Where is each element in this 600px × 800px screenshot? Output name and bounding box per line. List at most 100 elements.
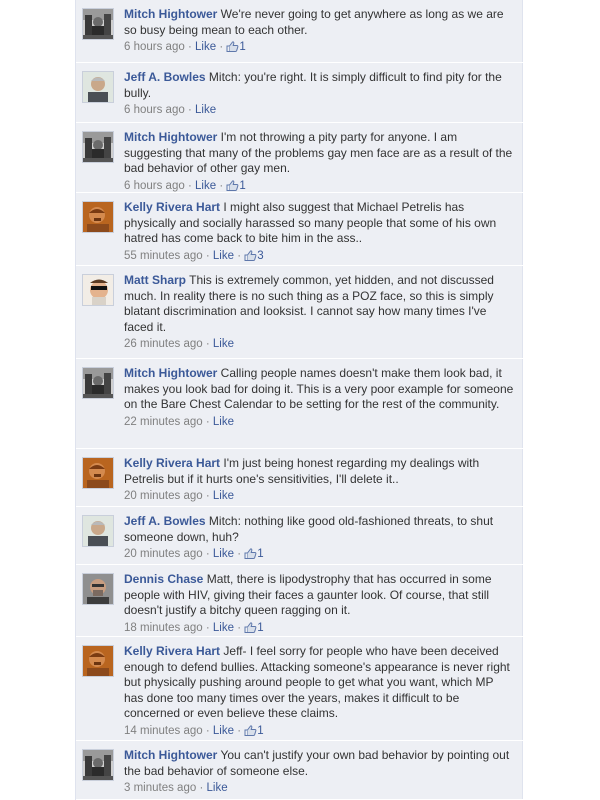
comment-item: Jeff A. Bowles Mitch: nothing like good … bbox=[76, 507, 523, 565]
meta-separator: · bbox=[205, 338, 210, 350]
comment-body: Mitch Hightower Calling people names doe… bbox=[124, 366, 516, 429]
comment-text-block: Mitch Hightower Calling people names doe… bbox=[124, 366, 516, 413]
avatar[interactable] bbox=[82, 131, 114, 163]
comment-item: Dennis Chase Matt, there is lipodystroph… bbox=[76, 565, 523, 637]
avatar[interactable] bbox=[82, 515, 114, 547]
comment-item: Kelly Rivera Hart I'm just being honest … bbox=[76, 449, 523, 507]
avatar[interactable] bbox=[82, 201, 114, 233]
like-link[interactable]: Like bbox=[213, 548, 234, 560]
thumbs-up-icon bbox=[244, 621, 257, 637]
thumbs-up-icon bbox=[226, 41, 239, 56]
comment-meta: 26 minutes ago · Like bbox=[124, 337, 516, 351]
comment-text-block: Kelly Rivera Hart I'm just being honest … bbox=[124, 456, 516, 487]
avatar[interactable] bbox=[82, 274, 114, 306]
like-link[interactable]: Like bbox=[207, 782, 228, 794]
like-count-number: 1 bbox=[257, 724, 264, 737]
comment-text-block: Jeff A. Bowles Mitch: nothing like good … bbox=[124, 514, 516, 545]
comment-text-block: Matt Sharp This is extremely common, yet… bbox=[124, 273, 516, 335]
like-count[interactable]: 1 bbox=[244, 548, 264, 563]
meta-separator: · bbox=[237, 548, 242, 560]
comment-timestamp[interactable]: 6 hours ago bbox=[124, 104, 185, 116]
comment-timestamp[interactable]: 18 minutes ago bbox=[124, 622, 203, 634]
like-link[interactable]: Like bbox=[213, 338, 234, 350]
comment-text-block: Jeff A. Bowles Mitch: you're right. It i… bbox=[124, 70, 516, 101]
comment-meta: 6 hours ago · Like bbox=[124, 103, 516, 117]
meta-separator: · bbox=[219, 41, 224, 53]
comment-timestamp[interactable]: 26 minutes ago bbox=[124, 338, 203, 350]
meta-separator: · bbox=[219, 179, 224, 192]
like-link[interactable]: Like bbox=[195, 104, 216, 116]
comment-body: Jeff A. Bowles Mitch: you're right. It i… bbox=[124, 70, 516, 117]
comment-author-link[interactable]: Kelly Rivera Hart bbox=[124, 644, 220, 658]
like-count-number: 1 bbox=[239, 179, 246, 192]
comment-author-link[interactable]: Mitch Hightower bbox=[124, 7, 217, 21]
comment-body: Kelly Rivera Hart I'm just being honest … bbox=[124, 456, 516, 503]
like-count-number: 1 bbox=[257, 548, 264, 560]
comment-item: Jeff A. Bowles Mitch: you're right. It i… bbox=[76, 63, 523, 123]
comment-author-link[interactable]: Jeff A. Bowles bbox=[124, 70, 206, 84]
comment-author-link[interactable]: Mitch Hightower bbox=[124, 130, 217, 144]
like-link[interactable]: Like bbox=[213, 725, 234, 737]
meta-separator: · bbox=[205, 724, 210, 737]
comment-author-link[interactable]: Kelly Rivera Hart bbox=[124, 456, 220, 470]
comment-item: Kelly Rivera Hart Jeff- I feel sorry for… bbox=[76, 637, 523, 741]
comment-author-link[interactable]: Mitch Hightower bbox=[124, 748, 217, 762]
comment-author-link[interactable]: Kelly Rivera Hart bbox=[124, 200, 220, 214]
comment-body: Kelly Rivera Hart I might also suggest t… bbox=[124, 200, 516, 265]
comment-meta: 14 minutes ago · Like · 1 bbox=[124, 724, 516, 740]
avatar[interactable] bbox=[82, 71, 114, 103]
avatar[interactable] bbox=[82, 645, 114, 677]
comment-timestamp[interactable]: 22 minutes ago bbox=[124, 416, 203, 428]
comment-timestamp[interactable]: 6 hours ago bbox=[124, 180, 185, 192]
comment-timestamp[interactable]: 20 minutes ago bbox=[124, 490, 203, 502]
comment-feed: Mitch Hightower We're never going to get… bbox=[75, 0, 523, 800]
avatar[interactable] bbox=[82, 749, 114, 781]
thumbs-up-icon bbox=[244, 249, 257, 265]
comment-timestamp[interactable]: 6 hours ago bbox=[124, 41, 185, 53]
like-link[interactable]: Like bbox=[213, 622, 234, 634]
like-count[interactable]: 3 bbox=[244, 249, 264, 265]
meta-separator: · bbox=[205, 490, 210, 502]
avatar[interactable] bbox=[82, 367, 114, 399]
comment-text-block: Kelly Rivera Hart I might also suggest t… bbox=[124, 200, 516, 247]
comment-body: Mitch Hightower I'm not throwing a pity … bbox=[124, 130, 516, 195]
comment-body: Dennis Chase Matt, there is lipodystroph… bbox=[124, 572, 516, 637]
comment-item: Kelly Rivera Hart I might also suggest t… bbox=[76, 193, 523, 266]
like-link[interactable]: Like bbox=[195, 180, 216, 192]
like-count[interactable]: 1 bbox=[226, 41, 246, 56]
avatar[interactable] bbox=[82, 573, 114, 605]
like-count[interactable]: 1 bbox=[244, 621, 264, 637]
comment-timestamp[interactable]: 14 minutes ago bbox=[124, 725, 203, 737]
like-count-number: 3 bbox=[257, 249, 264, 262]
comment-text-block: Mitch Hightower I'm not throwing a pity … bbox=[124, 130, 516, 177]
comment-text-block: Dennis Chase Matt, there is lipodystroph… bbox=[124, 572, 516, 619]
comment-meta: 20 minutes ago · Like bbox=[124, 489, 516, 503]
like-count[interactable]: 1 bbox=[244, 724, 264, 737]
thumbs-up-icon bbox=[244, 548, 257, 563]
comment-author-link[interactable]: Dennis Chase bbox=[124, 572, 203, 586]
like-count-number: 1 bbox=[257, 621, 264, 634]
avatar[interactable] bbox=[82, 8, 114, 40]
comment-meta: 22 minutes ago · Like bbox=[124, 415, 516, 429]
meta-separator: · bbox=[187, 41, 192, 53]
comment-author-link[interactable]: Jeff A. Bowles bbox=[124, 514, 206, 528]
like-count[interactable]: 1 bbox=[226, 179, 246, 192]
comment-item: Mitch Hightower We're never going to get… bbox=[76, 0, 523, 63]
comment-body: Mitch Hightower You can't justify your o… bbox=[124, 748, 516, 795]
comment-author-link[interactable]: Mitch Hightower bbox=[124, 366, 217, 380]
like-link[interactable]: Like bbox=[213, 250, 234, 262]
comment-text-block: Kelly Rivera Hart Jeff- I feel sorry for… bbox=[124, 644, 516, 722]
comment-timestamp[interactable]: 20 minutes ago bbox=[124, 548, 203, 560]
like-link[interactable]: Like bbox=[195, 41, 216, 53]
comment-meta: 18 minutes ago · Like · 1 bbox=[124, 621, 516, 637]
meta-separator: · bbox=[187, 179, 192, 192]
avatar[interactable] bbox=[82, 457, 114, 489]
comment-item: Mitch Hightower Calling people names doe… bbox=[76, 359, 523, 449]
like-link[interactable]: Like bbox=[213, 416, 234, 428]
comment-timestamp[interactable]: 55 minutes ago bbox=[124, 250, 203, 262]
comment-timestamp[interactable]: 3 minutes ago bbox=[124, 782, 196, 794]
comment-author-link[interactable]: Matt Sharp bbox=[124, 273, 186, 287]
meta-separator: · bbox=[237, 249, 242, 262]
like-count-number: 1 bbox=[239, 41, 246, 53]
like-link[interactable]: Like bbox=[213, 490, 234, 502]
